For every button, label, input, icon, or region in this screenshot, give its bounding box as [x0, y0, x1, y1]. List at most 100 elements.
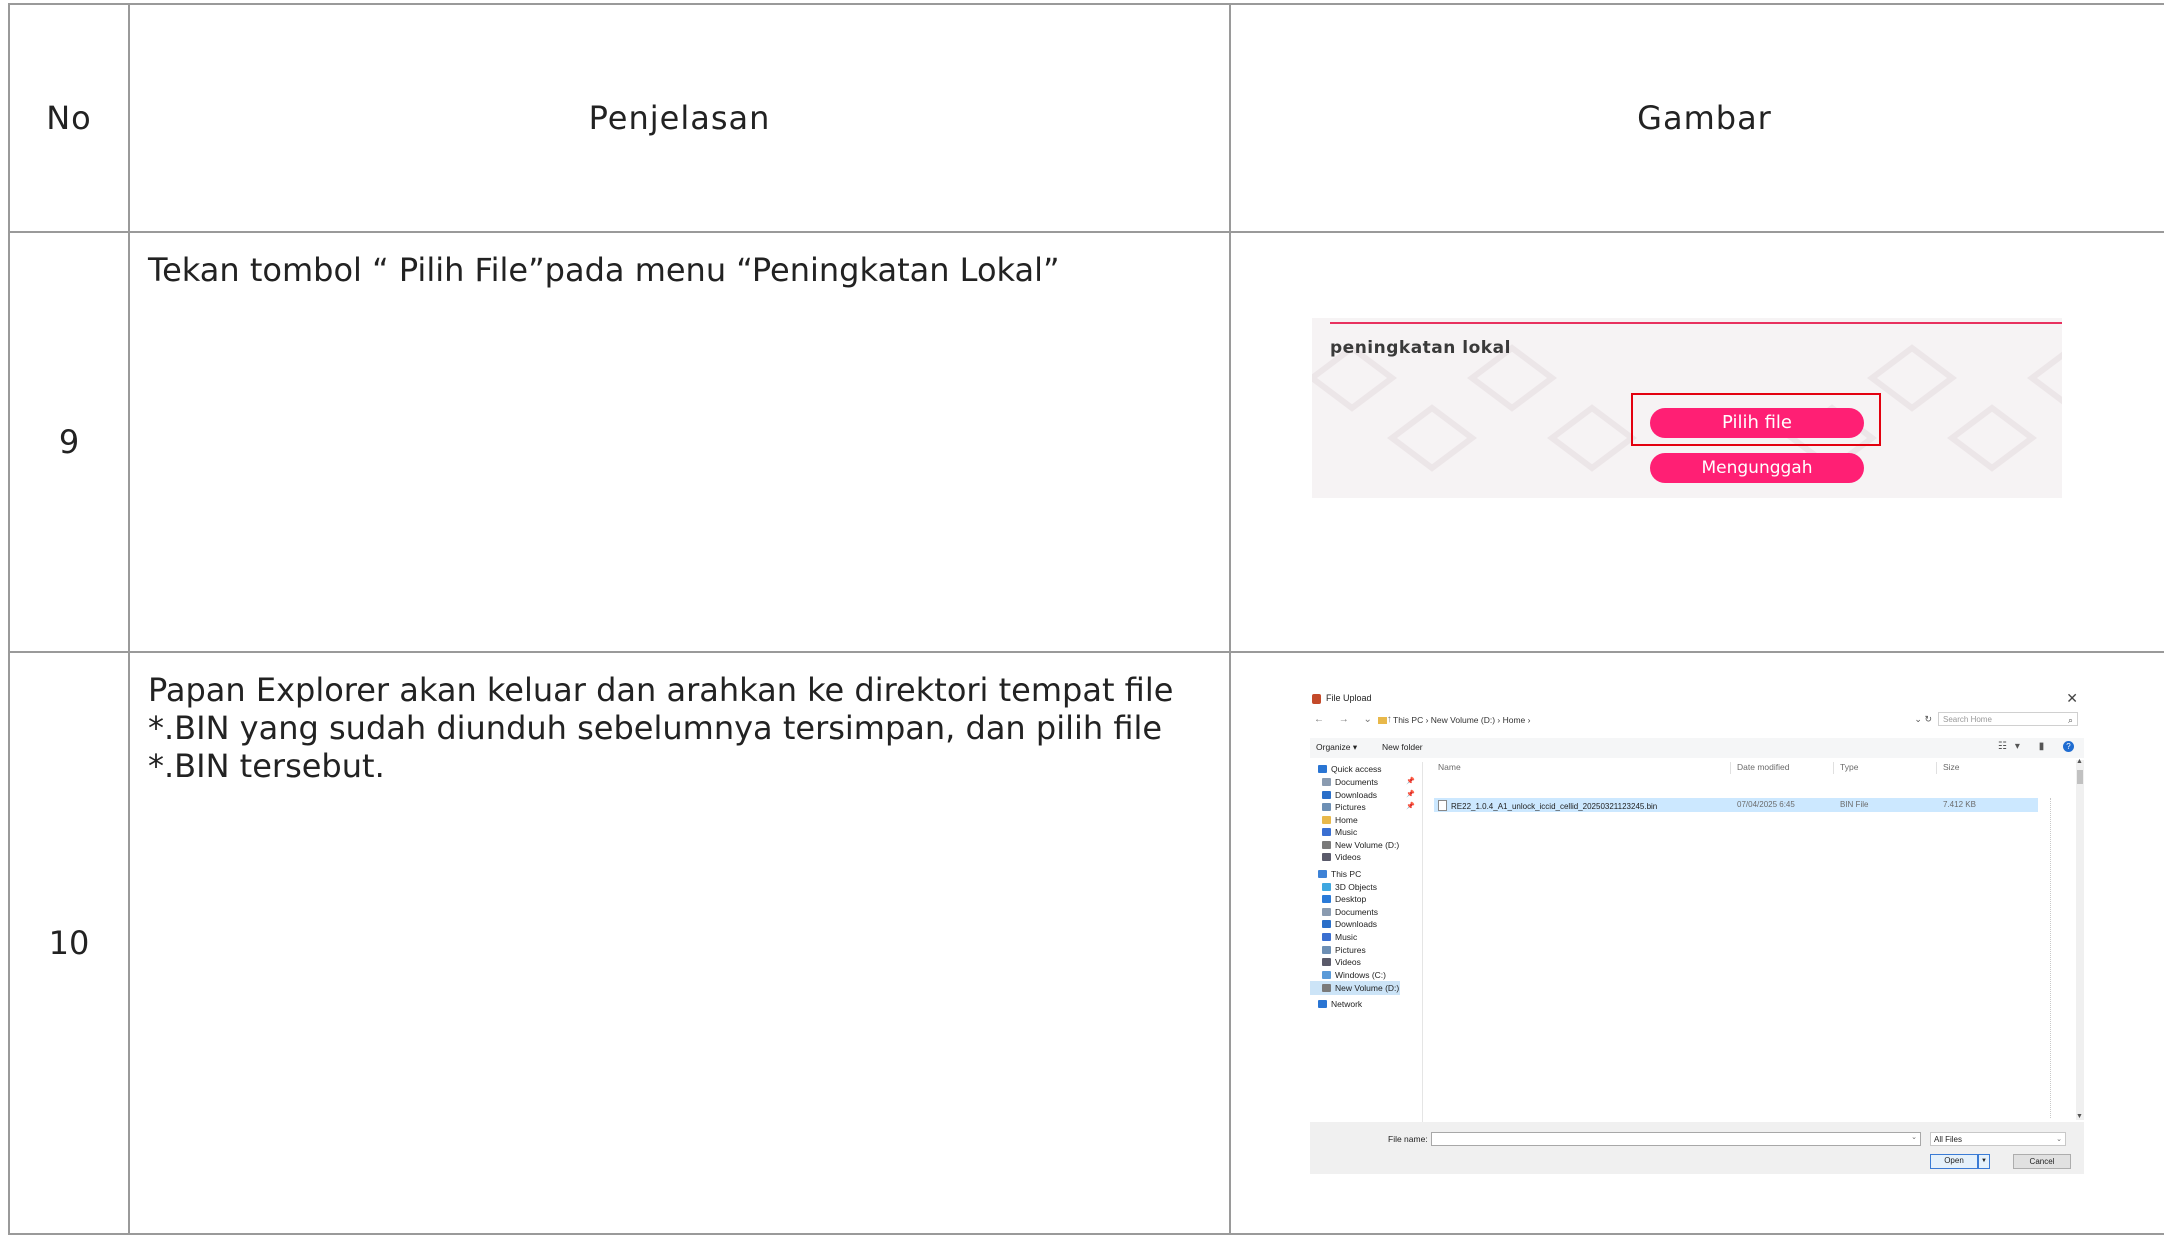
file-name-label: File name:: [1388, 1134, 1428, 1144]
folder-icon: [1378, 717, 1387, 725]
drive-icon: [1322, 984, 1331, 992]
sidebar-item[interactable]: This PC: [1310, 867, 1361, 881]
row-10-description: Papan Explorer akan keluar dan arahkan k…: [128, 651, 1231, 1235]
file-name-cell: RE22_1.0.4_A1_unlock_iccid_cellid_202503…: [1438, 800, 1657, 811]
section-divider: [1330, 322, 2062, 324]
sidebar-item[interactable]: Pictures: [1310, 800, 1366, 814]
file-name-input[interactable]: ⌄: [1431, 1132, 1921, 1146]
search-placeholder: Search Home: [1943, 715, 1992, 724]
step-description: Tekan tombol “ Pilih File”pada menu “Pen…: [148, 251, 1060, 289]
scroll-thumb[interactable]: [2077, 770, 2083, 784]
search-input[interactable]: Search Home ⌕: [1938, 712, 2078, 726]
breadcrumb[interactable]: This PC › New Volume (D:) › Home ›: [1378, 715, 1530, 725]
column-size[interactable]: Size: [1943, 762, 1960, 772]
organize-button[interactable]: Organize ▾: [1316, 742, 1357, 753]
open-button[interactable]: Open: [1930, 1154, 1978, 1169]
row-9-description: Tekan tombol “ Pilih File”pada menu “Pen…: [128, 231, 1231, 653]
header-penjelasan: Penjelasan: [128, 3, 1231, 233]
header-gambar-label: Gambar: [1637, 99, 1772, 137]
row-10-no: 10: [8, 651, 130, 1235]
pane-divider: [1422, 762, 1423, 1122]
column-guide: [2050, 798, 2051, 1118]
sidebar-item-label: New Volume (D:): [1335, 840, 1400, 850]
file-type: BIN File: [1840, 800, 1869, 809]
star-icon: [1318, 765, 1327, 773]
upgrade-screenshot: peningkatan lokal Pilih file Mengunggah: [1312, 318, 2062, 498]
header-no-label: No: [46, 99, 92, 137]
dialog-title: File Upload: [1326, 693, 1372, 703]
sidebar-item[interactable]: Desktop: [1310, 892, 1366, 906]
downloads-icon: [1322, 791, 1331, 799]
sidebar-item[interactable]: Windows (C:): [1310, 968, 1386, 982]
sidebar-item[interactable]: Downloads: [1310, 917, 1377, 931]
refresh-icon[interactable]: ⌄ ↻: [1914, 714, 1932, 725]
highlight-box: [1631, 393, 1881, 446]
dialog-titlebar: File Upload ✕: [1310, 690, 2084, 708]
music-icon: [1322, 933, 1331, 941]
file-name: RE22_1.0.4_A1_unlock_iccid_cellid_202503…: [1451, 802, 1658, 811]
sidebar-item[interactable]: Quick access: [1310, 762, 1382, 776]
sidebar-item-label: Downloads: [1335, 790, 1378, 800]
column-date-modified[interactable]: Date modified: [1737, 762, 1789, 772]
sidebar-item[interactable]: Network: [1310, 997, 1362, 1011]
sidebar-item-label: Documents: [1335, 907, 1378, 917]
pictures-icon: [1322, 946, 1331, 954]
sidebar-item[interactable]: Music: [1310, 825, 1357, 839]
breadcrumb-path: This PC › New Volume (D:) › Home ›: [1393, 715, 1531, 725]
sidebar-item[interactable]: Videos: [1310, 955, 1361, 969]
help-icon[interactable]: ?: [2063, 741, 2074, 752]
videos-icon: [1322, 958, 1331, 966]
documents-icon: [1322, 908, 1331, 916]
file-type-filter-value: All Files: [1934, 1135, 1963, 1144]
sidebar-item-label: Videos: [1335, 852, 1361, 862]
sidebar-item-label: Pictures: [1335, 945, 1366, 955]
open-dropdown-icon[interactable]: ▼: [1978, 1154, 1990, 1169]
navigation-pane: Quick access Documents 📌 Downloads 📌 Pictures…: [1310, 762, 1416, 1118]
sidebar-item-label: Network: [1331, 999, 1363, 1009]
new-folder-button[interactable]: New folder: [1382, 742, 1423, 752]
sidebar-item[interactable]: Videos: [1310, 850, 1361, 864]
sidebar-item-label: Desktop: [1335, 894, 1367, 904]
drive-icon: [1322, 841, 1331, 849]
pin-icon: 📌: [1406, 791, 1415, 798]
network-icon: [1318, 1000, 1327, 1008]
pin-icon: 📌: [1406, 778, 1415, 785]
column-name[interactable]: Name: [1438, 762, 1461, 772]
sidebar-item-label: This PC: [1331, 869, 1362, 879]
sidebar-item-label: Music: [1335, 932, 1358, 942]
cancel-button[interactable]: Cancel: [2013, 1154, 2071, 1169]
3d-objects-icon: [1322, 883, 1331, 891]
sidebar-item[interactable]: Documents: [1310, 775, 1378, 789]
sidebar-item-label: New Volume (D:): [1335, 983, 1400, 993]
chevron-down-icon[interactable]: ⌄: [1911, 1133, 1917, 1141]
section-title: peningkatan lokal: [1330, 338, 1511, 358]
column-separator: [1730, 762, 1731, 774]
file-type-filter[interactable]: All Files ⌄: [1930, 1132, 2066, 1146]
scroll-up-icon[interactable]: ▲: [2076, 758, 2083, 765]
close-icon[interactable]: ✕: [2066, 690, 2078, 707]
address-bar: ← → ⌄ ↑ This PC › New Volume (D:) › Home…: [1310, 712, 2084, 730]
chevron-down-icon: ⌄: [2056, 1136, 2062, 1143]
column-type[interactable]: Type: [1840, 762, 1858, 772]
view-options-icon[interactable]: ☷▾ ▮ ?: [1998, 741, 2074, 752]
sidebar-item-label: Home: [1335, 815, 1358, 825]
step-description: Papan Explorer akan keluar dan arahkan k…: [148, 671, 1174, 785]
drive-c-icon: [1322, 971, 1331, 979]
pin-icon: 📌: [1406, 803, 1415, 810]
scroll-down-icon[interactable]: ▼: [2076, 1113, 2083, 1120]
sidebar-item-label: Videos: [1335, 957, 1361, 967]
dialog-footer: File name: ⌄ All Files ⌄ Open ▼ Cancel: [1310, 1122, 2084, 1174]
sidebar-item[interactable]: Music: [1310, 930, 1357, 944]
sidebar-item[interactable]: New Volume (D:): [1310, 981, 1400, 995]
file-row[interactable]: RE22_1.0.4_A1_unlock_iccid_cellid_202503…: [1434, 798, 2038, 812]
downloads-icon: [1322, 920, 1331, 928]
sidebar-item-label: Documents: [1335, 777, 1378, 787]
step-number: 9: [58, 423, 80, 461]
documents-icon: [1322, 778, 1331, 786]
sidebar-item-label: Windows (C:): [1335, 970, 1387, 980]
upload-button[interactable]: Mengunggah: [1650, 453, 1864, 483]
header-no: No: [8, 3, 130, 233]
vertical-scrollbar[interactable]: ▲ ▼: [2076, 758, 2084, 1120]
pictures-icon: [1322, 803, 1331, 811]
sidebar-item-label: Pictures: [1335, 802, 1366, 812]
